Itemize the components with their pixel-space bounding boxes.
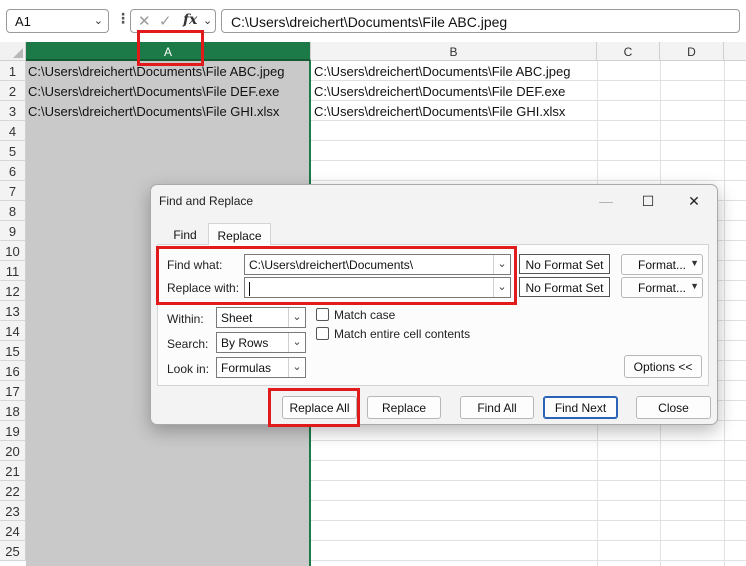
dropdown-arrow-icon: ▼ bbox=[690, 281, 699, 291]
row-header[interactable]: 20 bbox=[0, 441, 26, 461]
find-next-button[interactable]: Find Next bbox=[543, 396, 618, 419]
row-header[interactable]: 16 bbox=[0, 361, 26, 381]
row-header[interactable]: 24 bbox=[0, 521, 26, 541]
highlight-find-replace-fields bbox=[156, 246, 517, 305]
cell-a2[interactable]: C:\Users\dreichert\Documents\File DEF.ex… bbox=[26, 81, 311, 101]
lookin-value: Formulas bbox=[221, 361, 272, 375]
select-all-button[interactable] bbox=[0, 42, 26, 61]
find-all-button[interactable]: Find All bbox=[460, 396, 534, 419]
cancel-icon[interactable]: ✕ bbox=[138, 12, 151, 30]
replace-format-preview: No Format Set bbox=[519, 277, 610, 297]
match-entire-checkbox[interactable] bbox=[316, 327, 329, 340]
more-options-icon[interactable]: ⋮ bbox=[116, 10, 130, 27]
tab-replace[interactable]: Replace bbox=[208, 223, 271, 245]
row-header[interactable]: 3 bbox=[0, 101, 26, 121]
lookin-label: Look in: bbox=[167, 362, 210, 376]
replace-format-button[interactable]: Format... ▼ bbox=[621, 277, 703, 298]
dialog-title: Find and Replace bbox=[159, 194, 254, 208]
gridline bbox=[724, 61, 725, 566]
within-select[interactable]: Sheet ⌄ bbox=[216, 307, 306, 328]
find-format-label: Format... bbox=[638, 258, 687, 272]
row-header[interactable]: 8 bbox=[0, 201, 26, 221]
row-header[interactable]: 1 bbox=[0, 61, 26, 81]
options-button[interactable]: Options << bbox=[624, 355, 702, 378]
row-header[interactable]: 21 bbox=[0, 461, 26, 481]
row-header[interactable]: 19 bbox=[0, 421, 26, 441]
row-header[interactable]: 13 bbox=[0, 301, 26, 321]
close-icon[interactable]: ✕ bbox=[680, 190, 708, 214]
row-header[interactable]: 12 bbox=[0, 281, 26, 301]
search-label: Search: bbox=[167, 337, 209, 351]
row-header[interactable]: 17 bbox=[0, 381, 26, 401]
cell-b1[interactable]: C:\Users\dreichert\Documents\File ABC.jp… bbox=[312, 61, 597, 81]
row-header[interactable]: 18 bbox=[0, 401, 26, 421]
dropdown-arrow-icon: ▼ bbox=[690, 258, 699, 268]
within-label: Within: bbox=[167, 312, 204, 326]
minimize-icon: — bbox=[599, 193, 613, 209]
within-value: Sheet bbox=[221, 311, 253, 325]
row-header[interactable]: 10 bbox=[0, 241, 26, 261]
formula-bar: A1 ⌄ ⋮ ✕ ✓ fx ⌄ C:\Users\dreichert\Docum… bbox=[0, 0, 746, 42]
row-header[interactable]: 2 bbox=[0, 81, 26, 101]
column-header-e[interactable] bbox=[724, 42, 746, 61]
name-box[interactable]: A1 ⌄ bbox=[6, 9, 109, 33]
highlight-replace-all bbox=[268, 388, 360, 427]
match-case-checkbox[interactable] bbox=[316, 308, 329, 321]
chevron-down-icon[interactable]: ⌄ bbox=[288, 308, 305, 327]
row-header[interactable]: 9 bbox=[0, 221, 26, 241]
column-header-c[interactable]: C bbox=[597, 42, 660, 61]
row-header[interactable]: 5 bbox=[0, 141, 26, 161]
cell-b2[interactable]: C:\Users\dreichert\Documents\File DEF.ex… bbox=[312, 81, 597, 101]
search-select[interactable]: By Rows ⌄ bbox=[216, 332, 306, 353]
chevron-down-icon[interactable]: ⌄ bbox=[288, 333, 305, 352]
row-header[interactable]: 7 bbox=[0, 181, 26, 201]
insert-function-icon[interactable]: fx bbox=[183, 12, 197, 28]
row-header[interactable]: 6 bbox=[0, 161, 26, 181]
chevron-down-icon[interactable]: ⌄ bbox=[288, 358, 305, 377]
name-box-value: A1 bbox=[15, 14, 31, 29]
find-format-button[interactable]: Format... ▼ bbox=[621, 254, 703, 275]
close-button[interactable]: Close bbox=[636, 396, 711, 419]
row-header[interactable]: 4 bbox=[0, 121, 26, 141]
cell-b3[interactable]: C:\Users\dreichert\Documents\File GHI.xl… bbox=[312, 101, 597, 121]
column-header-d[interactable]: D bbox=[660, 42, 724, 61]
enter-check-icon[interactable]: ✓ bbox=[159, 12, 172, 30]
chevron-down-icon[interactable]: ⌄ bbox=[203, 14, 212, 27]
chevron-down-icon[interactable]: ⌄ bbox=[94, 14, 103, 27]
search-value: By Rows bbox=[221, 336, 269, 350]
cell-a3[interactable]: C:\Users\dreichert\Documents\File GHI.xl… bbox=[26, 101, 311, 121]
row-header[interactable]: 14 bbox=[0, 321, 26, 341]
maximize-icon[interactable]: ☐ bbox=[634, 190, 662, 214]
tab-find[interactable]: Find bbox=[163, 223, 207, 245]
formula-input[interactable]: C:\Users\dreichert\Documents\File ABC.jp… bbox=[221, 9, 740, 33]
row-header[interactable]: 22 bbox=[0, 481, 26, 501]
row-header[interactable]: 23 bbox=[0, 501, 26, 521]
match-case-label[interactable]: Match case bbox=[334, 308, 395, 322]
row-header[interactable]: 11 bbox=[0, 261, 26, 281]
replace-format-label: Format... bbox=[638, 281, 687, 295]
find-format-preview: No Format Set bbox=[519, 254, 610, 274]
lookin-select[interactable]: Formulas ⌄ bbox=[216, 357, 306, 378]
row-header[interactable]: 25 bbox=[0, 541, 26, 561]
replace-button[interactable]: Replace bbox=[367, 396, 441, 419]
column-header-b[interactable]: B bbox=[311, 42, 597, 61]
row-header[interactable]: 15 bbox=[0, 341, 26, 361]
highlight-column-a bbox=[137, 30, 204, 66]
match-entire-label[interactable]: Match entire cell contents bbox=[334, 327, 470, 341]
